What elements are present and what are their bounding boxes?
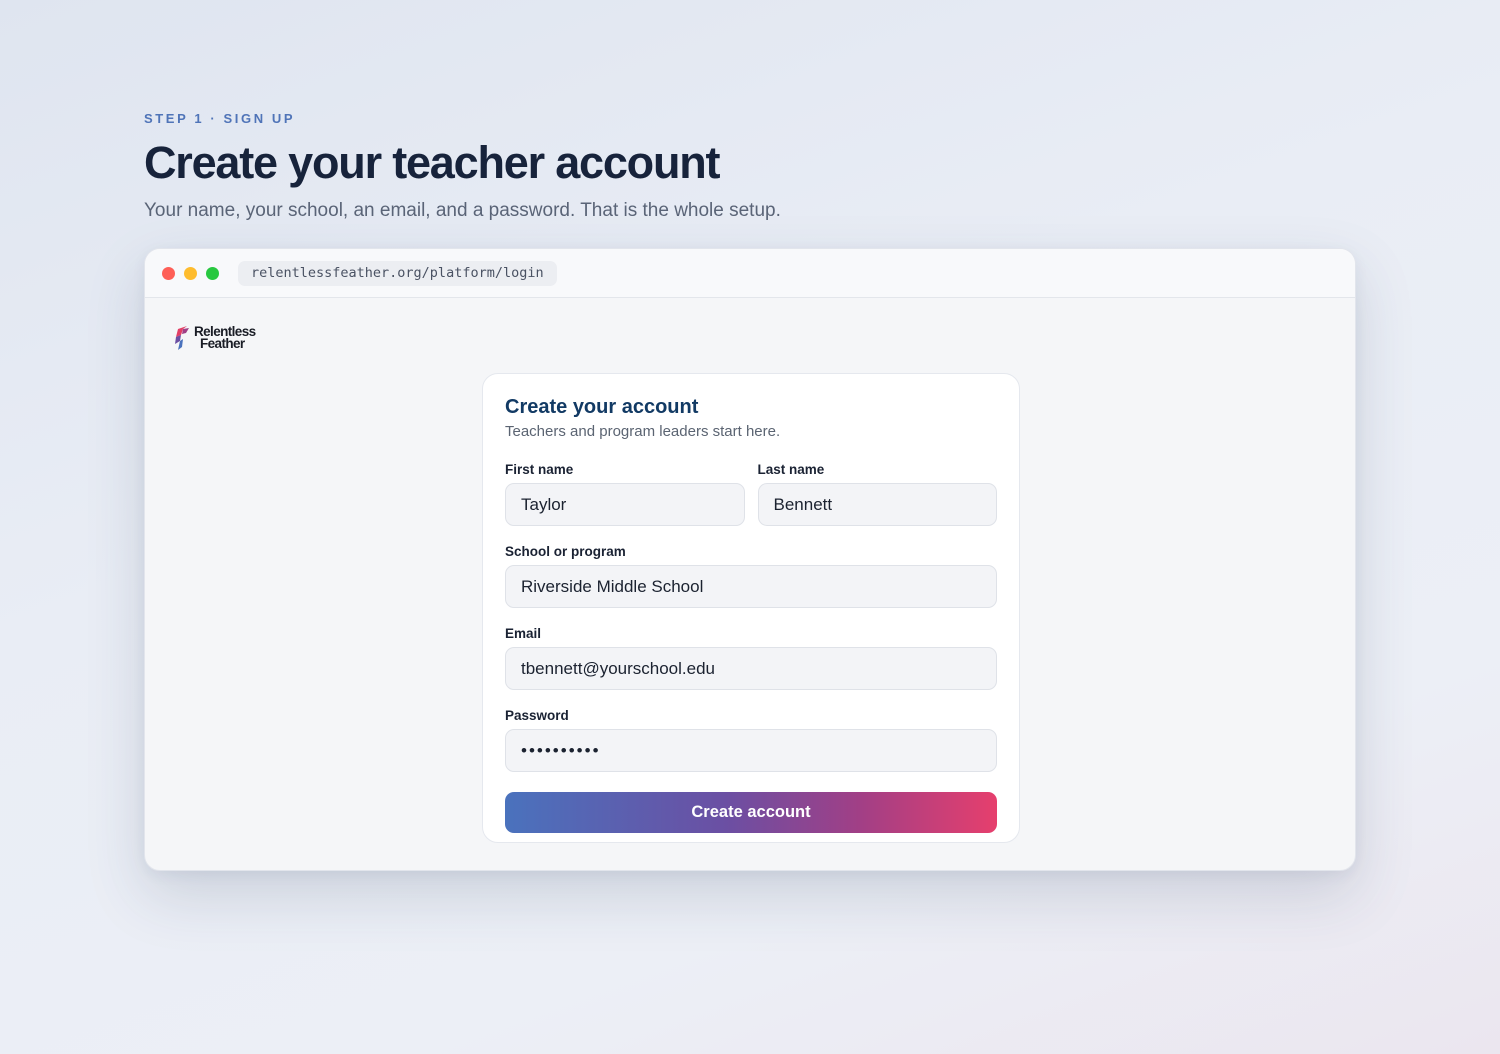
address-bar[interactable]: relentlessfeather.org/platform/login	[238, 260, 557, 286]
school-input[interactable]	[505, 565, 997, 608]
first-name-group: First name	[505, 461, 745, 526]
minimize-window-icon[interactable]	[184, 266, 197, 280]
last-name-label: Last name	[757, 462, 825, 477]
email-group: Email	[505, 625, 997, 690]
browser-window: relentlessfeather.org/platform/login Rel…	[144, 248, 1356, 871]
email-label: Email	[505, 626, 542, 641]
form-subtitle: Teachers and program leaders start here.	[505, 423, 781, 440]
brand-logo[interactable]: Relentless Feather	[173, 325, 256, 351]
last-name-input[interactable]	[757, 483, 997, 526]
step-eyebrow: STEP 1 · SIGN UP	[144, 111, 296, 126]
school-label: School or program	[505, 544, 626, 559]
close-window-icon[interactable]	[162, 266, 175, 280]
form-title: Create your account	[505, 396, 699, 418]
page-title: Create your teacher account	[144, 137, 721, 188]
school-group: School or program	[505, 543, 997, 608]
first-name-label: First name	[505, 462, 574, 477]
password-input[interactable]	[505, 729, 997, 772]
password-label: Password	[505, 708, 569, 723]
brand-wordmark: Relentless Feather	[194, 325, 256, 351]
hero-section: STEP 1 · SIGN UP Create your teacher acc…	[144, 110, 1244, 223]
brand-line-2: Feather	[200, 336, 245, 351]
first-name-input[interactable]	[505, 483, 745, 526]
create-account-button[interactable]: Create account	[505, 792, 997, 833]
email-input[interactable]	[505, 647, 997, 690]
name-row: First name Last name	[505, 461, 997, 526]
password-group: Password	[505, 707, 997, 772]
maximize-window-icon[interactable]	[206, 266, 219, 280]
browser-titlebar: relentlessfeather.org/platform/login	[145, 249, 1355, 298]
page-subtitle: Your name, your school, an email, and a …	[144, 200, 781, 221]
signup-card: Create your account Teachers and program…	[482, 373, 1020, 843]
last-name-group: Last name	[757, 461, 997, 526]
feather-logo-icon	[175, 326, 189, 350]
